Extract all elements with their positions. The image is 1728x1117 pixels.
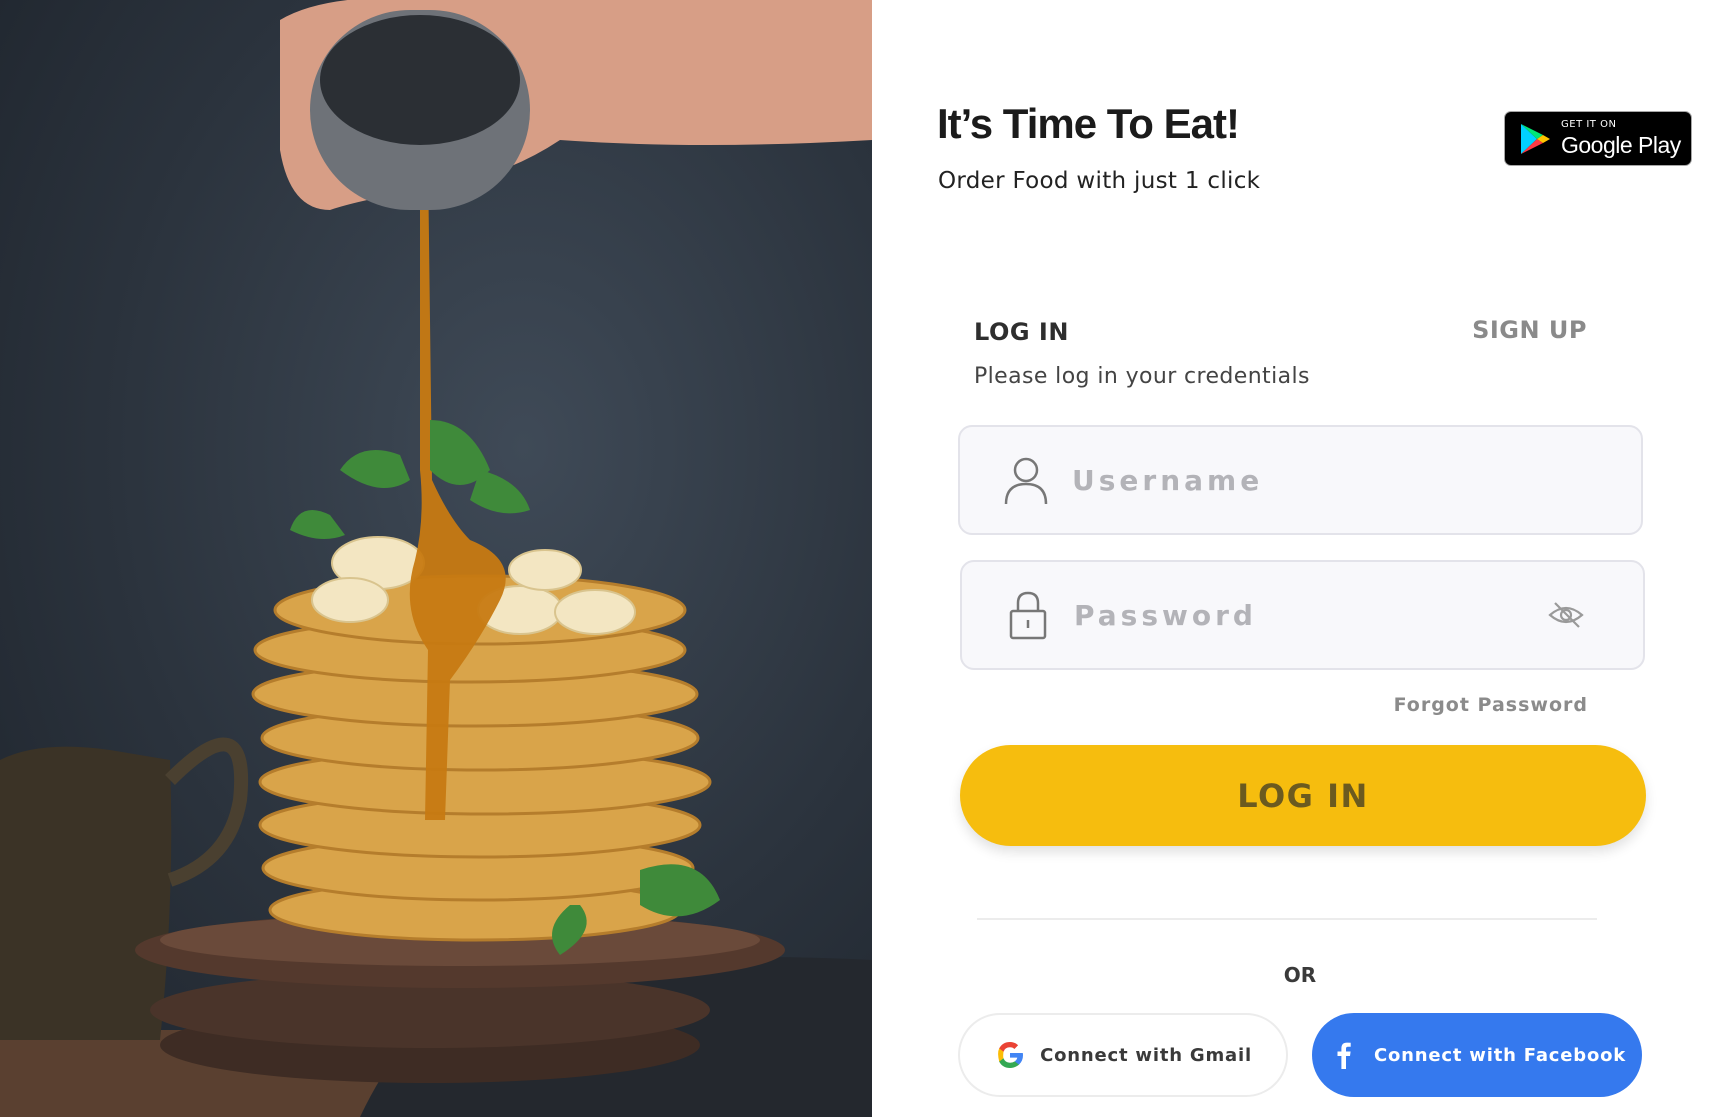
- google-play-big-label: Google Play: [1561, 132, 1681, 158]
- eye-off-icon[interactable]: [1546, 595, 1586, 635]
- user-icon: [1004, 457, 1048, 505]
- pancake-illustration: [0, 0, 872, 1117]
- google-play-text: GET IT ON Google Play: [1561, 120, 1681, 157]
- google-play-small-label: GET IT ON: [1561, 119, 1617, 130]
- connect-facebook-button[interactable]: Connect with Facebook: [1312, 1013, 1642, 1097]
- facebook-icon: [1337, 1042, 1351, 1069]
- password-input[interactable]: [1074, 598, 1534, 632]
- google-play-badge[interactable]: GET IT ON Google Play: [1504, 111, 1692, 166]
- play-triangle-icon: [1521, 123, 1550, 154]
- username-field[interactable]: [958, 425, 1643, 535]
- login-panel: It’s Time To Eat! Order Food with just 1…: [872, 0, 1728, 1117]
- tab-login[interactable]: LOG IN: [974, 318, 1069, 346]
- connect-gmail-button[interactable]: Connect with Gmail: [958, 1013, 1288, 1097]
- login-page: It’s Time To Eat! Order Food with just 1…: [0, 0, 1728, 1117]
- page-subtitle: Order Food with just 1 click: [938, 168, 1261, 194]
- or-label: OR: [1283, 963, 1317, 987]
- divider: [977, 918, 1597, 920]
- form-hint: Please log in your credentials: [974, 364, 1310, 389]
- google-icon: [998, 1042, 1024, 1068]
- lock-icon: [1009, 591, 1047, 640]
- connect-facebook-label: Connect with Facebook: [1373, 1044, 1627, 1066]
- username-input[interactable]: [1072, 463, 1532, 497]
- password-field[interactable]: [960, 560, 1645, 670]
- page-title: It’s Time To Eat!: [937, 100, 1240, 147]
- connect-gmail-label: Connect with Gmail: [1040, 1044, 1252, 1066]
- forgot-password-link[interactable]: Forgot Password: [1394, 694, 1588, 716]
- login-button[interactable]: LOG IN: [960, 745, 1646, 846]
- hero-food-image: [0, 0, 872, 1117]
- tab-signup[interactable]: SIGN UP: [1472, 316, 1587, 344]
